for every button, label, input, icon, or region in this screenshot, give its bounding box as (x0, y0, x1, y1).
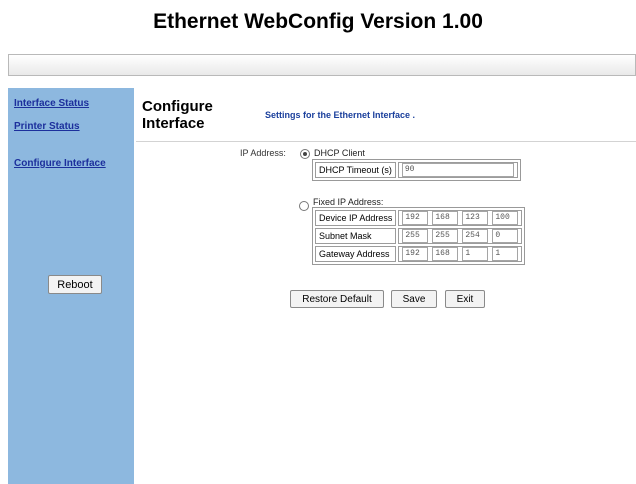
subnet-octet-2[interactable]: 255 (432, 229, 459, 243)
gateway-octet-2[interactable]: 168 (432, 247, 459, 261)
dhcp-timeout-input[interactable]: 90 (401, 163, 514, 177)
sidebar-item-configure-interface[interactable]: Configure Interface (14, 158, 106, 169)
reboot-button[interactable]: Reboot (48, 275, 102, 294)
section-subtitle: Settings for the Ethernet Interface . (265, 110, 416, 120)
gateway-octet-3[interactable]: 1 (462, 247, 489, 261)
subnet-mask-cell: 255 255 254 0 (398, 228, 523, 244)
table-row: DHCP Timeout (s) 90 (315, 162, 518, 178)
fixed-ip-radio[interactable] (299, 201, 309, 211)
dhcp-timeout-label: DHCP Timeout (s) (315, 162, 396, 178)
device-ip-label: Device IP Address (315, 210, 397, 226)
heading-line-2: Interface (142, 115, 205, 132)
dhcp-timeout-cell: 90 (397, 162, 518, 178)
subnet-octet-3[interactable]: 254 (462, 229, 489, 243)
device-ip-cell: 192 168 123 100 (398, 210, 523, 226)
dhcp-table: DHCP Timeout (s) 90 (312, 159, 521, 181)
page-heading: Configure Interface (142, 98, 213, 132)
fixed-ip-label: Fixed IP Address: (313, 197, 384, 207)
table-row: Gateway Address 192 168 1 1 (315, 246, 523, 262)
subnet-octet-4[interactable]: 0 (492, 229, 519, 243)
gateway-label: Gateway Address (315, 246, 397, 262)
sidebar-item-printer-status[interactable]: Printer Status (14, 121, 80, 132)
table-row: Device IP Address 192 168 123 100 (315, 210, 523, 226)
page-title: Ethernet WebConfig Version 1.00 (153, 10, 483, 33)
device-ip-octet-4[interactable]: 100 (492, 211, 519, 225)
gateway-octet-1[interactable]: 192 (402, 247, 429, 261)
ip-address-label: IP Address: (240, 148, 286, 158)
subnet-octet-1[interactable]: 255 (402, 229, 429, 243)
gateway-octet-4[interactable]: 1 (492, 247, 519, 261)
table-row: Subnet Mask 255 255 254 0 (315, 228, 523, 244)
restore-default-button[interactable]: Restore Default (290, 290, 384, 308)
fixed-ip-table: Device IP Address 192 168 123 100 Subnet Ma… (312, 207, 526, 265)
dhcp-label: DHCP Client (314, 148, 365, 158)
device-ip-octet-3[interactable]: 123 (462, 211, 489, 225)
device-ip-octet-1[interactable]: 192 (402, 211, 429, 225)
save-button[interactable]: Save (391, 290, 437, 308)
sidebar: Interface Status Printer Status Configur… (8, 88, 134, 484)
radio-selected-dot (303, 152, 307, 156)
divider (136, 141, 636, 142)
device-ip-octet-2[interactable]: 168 (432, 211, 459, 225)
dhcp-radio[interactable] (300, 149, 310, 159)
heading-line-1: Configure (142, 98, 213, 115)
gateway-cell: 192 168 1 1 (398, 246, 523, 262)
top-bar (8, 54, 636, 76)
sidebar-item-interface-status[interactable]: Interface Status (14, 98, 89, 109)
exit-button[interactable]: Exit (445, 290, 485, 308)
subnet-mask-label: Subnet Mask (315, 228, 397, 244)
